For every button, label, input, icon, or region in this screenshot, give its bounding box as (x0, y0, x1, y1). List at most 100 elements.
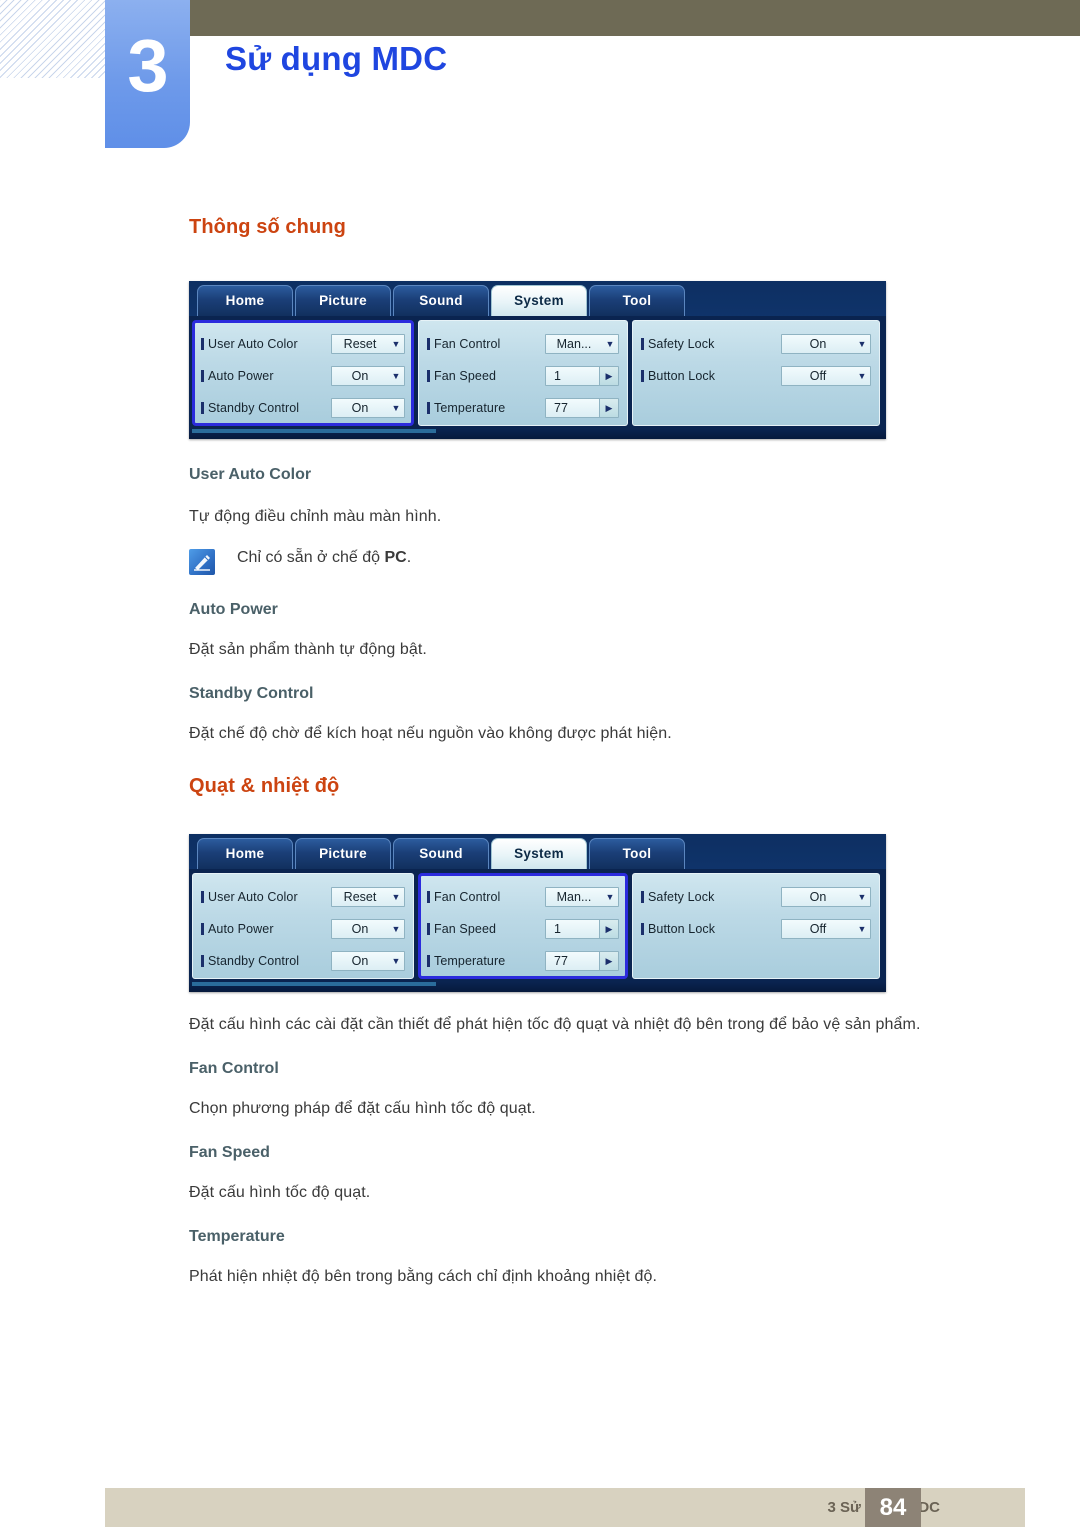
mdc-label-fan-control: Fan Control (427, 337, 545, 351)
mdc-row-fan-control: Fan Control Man... ▼ (427, 881, 619, 913)
mdc-dropdown-button-lock[interactable]: Off ▼ (781, 919, 871, 939)
mdc-row-auto-power: Auto Power On ▼ (201, 913, 405, 945)
bullet-tick-icon (641, 338, 644, 350)
mdc-label-standby-control: Standby Control (201, 401, 331, 415)
chevron-right-icon[interactable]: ▶ (599, 399, 618, 417)
tab-tool[interactable]: Tool (589, 838, 685, 869)
mdc-dropdown-user-auto-color[interactable]: Reset ▼ (331, 887, 405, 907)
mdc-dropdown-auto-power[interactable]: On ▼ (331, 919, 405, 939)
mdc-dropdown-auto-power[interactable]: On ▼ (331, 366, 405, 386)
mdc-group-fan-settings: Fan Control Man... ▼ Fan Speed 1 ▶ Tempe… (418, 873, 628, 979)
mdc-row-button-lock: Button Lock Off ▼ (641, 360, 871, 392)
mdc-value-fan-control: Man... (556, 337, 592, 351)
tab-sound[interactable]: Sound (393, 838, 489, 869)
mdc-spinner-fan-speed[interactable]: 1 ▶ (545, 366, 619, 386)
mdc-label-auto-power: Auto Power (201, 922, 331, 936)
section-heading-fan: Quạt & nhiệt độ (189, 775, 340, 797)
bullet-tick-icon (641, 891, 644, 903)
body-temperature: Phát hiện nhiệt độ bên trong bằng cách c… (189, 1268, 658, 1285)
mdc-value-auto-power: On (351, 369, 369, 383)
bullet-tick-icon (201, 891, 204, 903)
chevron-down-icon: ▼ (857, 371, 867, 381)
bullet-tick-icon (427, 923, 430, 935)
mdc-value-safety-lock: On (809, 890, 827, 904)
subheading-fan-speed: Fan Speed (189, 1144, 270, 1161)
body-standby-control: Đặt chế độ chờ để kích hoạt nếu nguồn và… (189, 725, 672, 742)
chevron-down-icon: ▼ (605, 892, 615, 902)
mdc-screenshot-general: Home Picture Sound System Tool User Auto… (189, 281, 886, 439)
tab-system[interactable]: System (491, 838, 587, 869)
mdc-group-lock-settings: Safety Lock On ▼ Button Lock Off ▼ (632, 320, 880, 426)
mdc-label-temperature: Temperature (427, 954, 545, 968)
bullet-tick-icon (201, 402, 204, 414)
tab-system[interactable]: System (491, 285, 587, 316)
mdc-group-general-settings: User Auto Color Reset ▼ Auto Power On ▼ … (192, 320, 414, 426)
mdc-dropdown-standby-control[interactable]: On ▼ (331, 951, 405, 971)
mdc-body: User Auto Color Reset ▼ Auto Power On ▼ … (189, 316, 886, 429)
mdc-value-user-auto-color: Reset (343, 337, 377, 351)
body-fan-speed: Đặt cấu hình tốc độ quạt. (189, 1184, 371, 1201)
mdc-label-standby-control: Standby Control (201, 954, 331, 968)
mdc-value-user-auto-color: Reset (343, 890, 377, 904)
chapter-number: 3 (127, 24, 168, 107)
note-text: Chỉ có sẵn ở chế độ PC. (237, 549, 412, 566)
tab-picture[interactable]: Picture (295, 838, 391, 869)
mdc-dropdown-fan-control[interactable]: Man... ▼ (545, 334, 619, 354)
mdc-tabbar: Home Picture Sound System Tool (189, 281, 886, 316)
mdc-spinner-temperature[interactable]: 77 ▶ (545, 398, 619, 418)
mdc-dropdown-button-lock[interactable]: Off ▼ (781, 366, 871, 386)
body-auto-power: Đặt sản phẩm thành tự động bật. (189, 641, 427, 658)
mdc-group-fan-settings: Fan Control Man... ▼ Fan Speed 1 ▶ Tempe… (418, 320, 628, 426)
mdc-label-button-lock: Button Lock (641, 369, 781, 383)
bullet-tick-icon (201, 338, 204, 350)
mdc-value-fan-speed: 1 (554, 922, 561, 936)
mdc-footer-strip (189, 429, 886, 439)
chevron-right-icon[interactable]: ▶ (599, 952, 618, 970)
tab-home[interactable]: Home (197, 838, 293, 869)
tab-picture[interactable]: Picture (295, 285, 391, 316)
mdc-dropdown-safety-lock[interactable]: On ▼ (781, 887, 871, 907)
mdc-row-standby-control: Standby Control On ▼ (201, 945, 405, 977)
tab-home[interactable]: Home (197, 285, 293, 316)
subheading-temperature: Temperature (189, 1228, 285, 1245)
mdc-value-safety-lock: On (809, 337, 827, 351)
mdc-body: User Auto Color Reset ▼ Auto Power On ▼ … (189, 869, 886, 982)
mdc-dropdown-safety-lock[interactable]: On ▼ (781, 334, 871, 354)
bullet-tick-icon (427, 402, 430, 414)
bullet-tick-icon (427, 891, 430, 903)
mdc-dropdown-standby-control[interactable]: On ▼ (331, 398, 405, 418)
mdc-label-fan-speed: Fan Speed (427, 922, 545, 936)
tab-sound[interactable]: Sound (393, 285, 489, 316)
mdc-spinner-fan-speed[interactable]: 1 ▶ (545, 919, 619, 939)
mdc-label-fan-speed: Fan Speed (427, 369, 545, 383)
chevron-down-icon: ▼ (857, 339, 867, 349)
mdc-label-safety-lock: Safety Lock (641, 890, 781, 904)
page-header: 3 Sử dụng MDC (0, 0, 1080, 160)
decorative-hatch-pattern (0, 0, 105, 78)
mdc-row-user-auto-color: User Auto Color Reset ▼ (201, 328, 405, 360)
chapter-tab: 3 (105, 0, 190, 148)
mdc-group-lock-settings: Safety Lock On ▼ Button Lock Off ▼ (632, 873, 880, 979)
mdc-dropdown-fan-control[interactable]: Man... ▼ (545, 887, 619, 907)
chevron-down-icon: ▼ (391, 924, 401, 934)
mdc-label-auto-power: Auto Power (201, 369, 331, 383)
mdc-label-button-lock: Button Lock (641, 922, 781, 936)
mdc-row-fan-speed: Fan Speed 1 ▶ (427, 360, 619, 392)
bullet-tick-icon (641, 923, 644, 935)
mdc-value-auto-power: On (351, 922, 369, 936)
mdc-value-button-lock: Off (809, 922, 827, 936)
chevron-right-icon[interactable]: ▶ (599, 367, 618, 385)
mdc-row-temperature: Temperature 77 ▶ (427, 945, 619, 977)
mdc-row-safety-lock: Safety Lock On ▼ (641, 881, 871, 913)
tab-tool[interactable]: Tool (589, 285, 685, 316)
mdc-screenshot-fan: Home Picture Sound System Tool User Auto… (189, 834, 886, 992)
mdc-spinner-temperature[interactable]: 77 ▶ (545, 951, 619, 971)
mdc-label-safety-lock: Safety Lock (641, 337, 781, 351)
mdc-value-standby-control: On (351, 401, 369, 415)
chevron-down-icon: ▼ (857, 924, 867, 934)
bullet-tick-icon (201, 370, 204, 382)
mdc-dropdown-user-auto-color[interactable]: Reset ▼ (331, 334, 405, 354)
chevron-right-icon[interactable]: ▶ (599, 920, 618, 938)
bullet-tick-icon (427, 338, 430, 350)
chevron-down-icon: ▼ (391, 403, 401, 413)
